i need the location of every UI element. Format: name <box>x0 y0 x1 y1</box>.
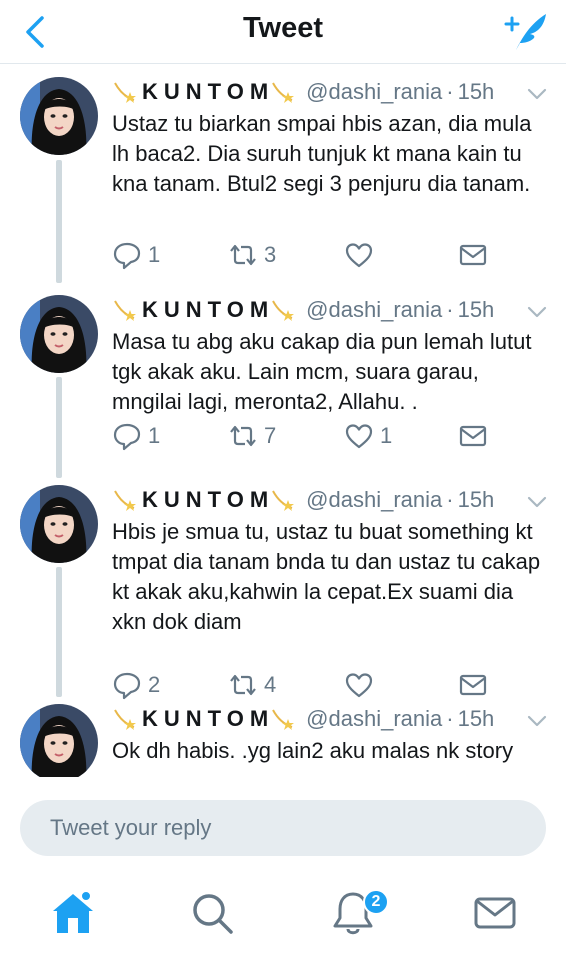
notification-badge: 2 <box>363 889 389 915</box>
messages-icon[interactable] <box>470 888 520 938</box>
reply-icon <box>112 670 142 700</box>
handle[interactable]: @dashi_rania <box>306 487 442 513</box>
timestamp: 15h <box>457 487 495 512</box>
search-icon[interactable] <box>187 888 237 938</box>
tweet-actions: 13 <box>112 240 512 274</box>
reply-count: 1 <box>148 423 161 448</box>
tweet-thread: KUNTOM @dashi_rania · 15h Ustaz tu biarkan s… <box>0 65 566 777</box>
bottom-tab-bar <box>0 870 566 960</box>
chevron-down-icon[interactable] <box>524 81 550 107</box>
shooting-star-icon <box>272 490 295 511</box>
direct-message-button[interactable] <box>458 670 488 700</box>
retweet-button[interactable]: 4 <box>228 670 276 700</box>
chevron-down-icon[interactable] <box>524 299 550 325</box>
tweet[interactable]: KUNTOM @dashi_rania · 15h Ok dh habis. .yg l… <box>0 702 566 777</box>
retweet-icon <box>228 421 258 451</box>
avatar[interactable] <box>20 295 98 373</box>
envelope-icon <box>458 421 488 451</box>
display-name[interactable]: KUNTOM <box>112 79 296 105</box>
reply-icon <box>112 240 142 270</box>
tweet-actions: 1 7 1 <box>112 421 512 455</box>
tweet-header: KUNTOM @dashi_rania · 15h <box>112 483 494 517</box>
handle[interactable]: @dashi_rania <box>306 79 442 105</box>
shooting-star-icon <box>114 490 136 511</box>
avatar[interactable] <box>20 704 98 777</box>
heart-icon <box>344 240 374 270</box>
compose-tweet-icon[interactable] <box>504 8 552 56</box>
reply-icon <box>112 421 142 451</box>
tweet[interactable]: KUNTOM @dashi_rania · 15h Masa tu abg aku ca… <box>0 293 566 493</box>
chevron-down-icon[interactable] <box>524 489 550 515</box>
avatar[interactable] <box>20 485 98 563</box>
display-name[interactable]: KUNTOM <box>112 706 296 732</box>
tweet[interactable]: KUNTOM @dashi_rania · 15h Hbis je smua tu, u… <box>0 483 566 700</box>
retweet-count: 4 <box>264 672 277 697</box>
shooting-star-icon <box>272 82 295 103</box>
retweet-icon <box>228 670 258 700</box>
reply-count: 2 <box>148 672 161 697</box>
timestamp: 15h <box>457 79 495 104</box>
reply-input[interactable]: Tweet your reply <box>20 800 546 856</box>
retweet-count: 7 <box>264 423 277 448</box>
retweet-button[interactable]: 3 <box>228 240 276 270</box>
shooting-star-icon <box>272 709 295 730</box>
handle[interactable]: @dashi_rania <box>306 706 442 732</box>
timestamp: 15h <box>457 706 495 731</box>
timestamp: 15h <box>457 297 495 322</box>
tweet-text: Ustaz tu biarkan smpai hbis azan, dia mu… <box>112 111 532 196</box>
retweet-count: 3 <box>264 242 277 267</box>
reply-placeholder: Tweet your reply <box>50 815 212 840</box>
dot-separator: · <box>446 79 454 104</box>
like-button[interactable] <box>344 670 380 700</box>
retweet-icon <box>228 240 258 270</box>
tweet-text: Masa tu abg aku cakap dia pun lemah lutu… <box>112 329 532 414</box>
like-button[interactable]: 1 <box>344 421 392 451</box>
tweet-header: KUNTOM @dashi_rania · 15h <box>112 75 494 109</box>
home-icon[interactable] <box>48 888 98 938</box>
dot-separator: · <box>446 487 454 512</box>
retweet-button[interactable]: 7 <box>228 421 276 451</box>
chevron-down-icon[interactable] <box>524 708 550 734</box>
reply-button[interactable]: 2 <box>112 670 160 700</box>
reply-button[interactable]: 1 <box>112 240 160 270</box>
display-name[interactable]: KUNTOM <box>112 487 296 513</box>
handle[interactable]: @dashi_rania <box>306 297 442 323</box>
like-count: 1 <box>380 423 393 448</box>
heart-icon <box>344 421 374 451</box>
display-name[interactable]: KUNTOM <box>112 297 296 323</box>
direct-message-button[interactable] <box>458 421 488 451</box>
tweet-header: KUNTOM @dashi_rania · 15h <box>112 293 494 327</box>
tweet-header: KUNTOM @dashi_rania · 15h <box>112 702 494 736</box>
tweet-actions: 24 <box>112 670 512 704</box>
display-name-text: KUNTOM <box>142 79 275 104</box>
envelope-icon <box>458 240 488 270</box>
reply-count: 1 <box>148 242 161 267</box>
shooting-star-icon <box>114 300 136 321</box>
display-name-text: KUNTOM <box>142 706 275 731</box>
heart-icon <box>344 670 374 700</box>
display-name-text: KUNTOM <box>142 487 275 512</box>
top-bar: Tweet <box>0 0 566 64</box>
display-name-text: KUNTOM <box>142 297 275 322</box>
dot-separator: · <box>446 297 454 322</box>
shooting-star-icon <box>114 82 136 103</box>
dot-separator: · <box>446 706 454 731</box>
reply-button[interactable]: 1 <box>112 421 160 451</box>
tweet-text: Hbis je smua tu, ustaz tu buat something… <box>112 519 541 634</box>
page-title: Tweet <box>242 12 324 44</box>
tweet[interactable]: KUNTOM @dashi_rania · 15h Ustaz tu biarkan s… <box>0 75 566 275</box>
avatar[interactable] <box>20 77 98 155</box>
shooting-star-icon <box>272 300 295 321</box>
direct-message-button[interactable] <box>458 240 488 270</box>
shooting-star-icon <box>114 709 136 730</box>
like-button[interactable] <box>344 240 380 270</box>
envelope-icon <box>458 670 488 700</box>
tweet-text: Ok dh habis. .yg lain2 aku malas nk stor… <box>112 738 514 763</box>
